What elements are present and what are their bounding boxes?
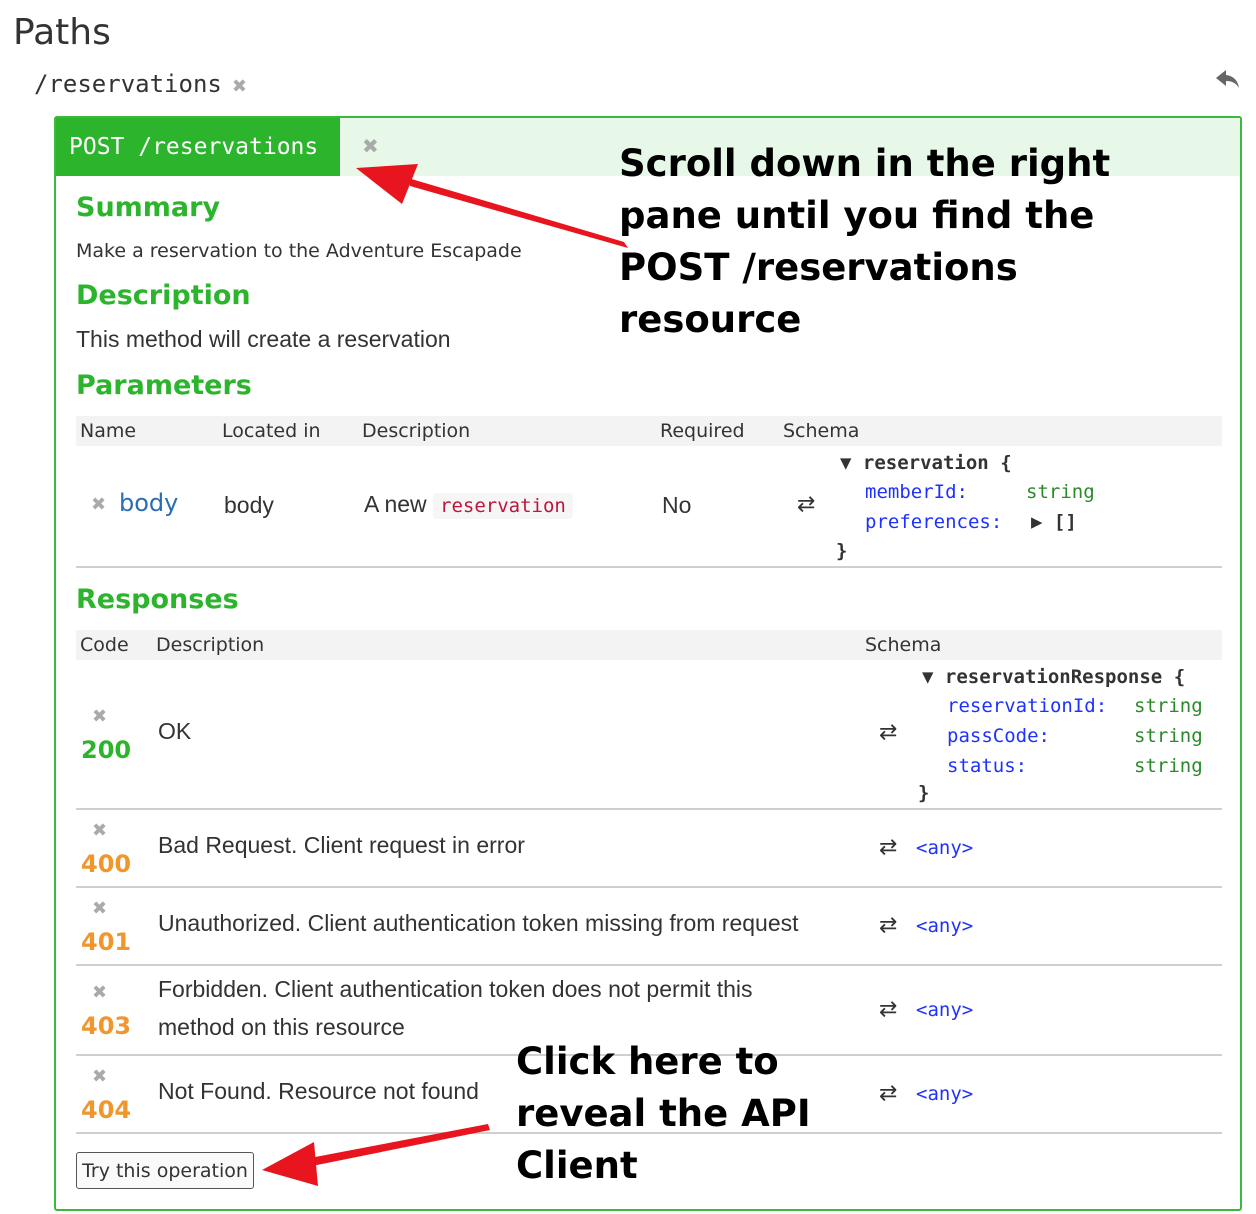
summary-text[interactable]: Make a reservation to the Adventure Esca… (76, 240, 522, 262)
param-prop-name: memberId: (865, 481, 968, 503)
response-prop-name: status: (947, 755, 1028, 777)
callout-line: resource (619, 298, 802, 341)
response-code[interactable]: 403 (81, 1012, 131, 1040)
delete-response-icon[interactable]: ✖ (92, 706, 107, 727)
param-col-schema: Schema (783, 420, 860, 442)
param-name-link[interactable]: body (119, 489, 178, 517)
param-required: No (662, 492, 692, 518)
resp-col-description: Description (156, 634, 265, 656)
response-description: method on this resource (158, 1014, 405, 1040)
delete-response-icon[interactable]: ✖ (92, 820, 107, 841)
param-prop-type: [] (1053, 511, 1077, 533)
callout-scroll-instruction: Scroll down in the right pane until you … (619, 138, 1110, 346)
param-col-required: Required (660, 420, 745, 442)
response-description: Not Found. Resource not found (158, 1078, 479, 1104)
param-prop-type-row[interactable]: ▶ [] (1031, 511, 1077, 533)
response-schema-title: reservationResponse (944, 666, 1163, 688)
delete-response-icon[interactable]: ✖ (92, 982, 107, 1003)
param-col-name: Name (80, 420, 137, 442)
param-schema-title: reservation (862, 452, 989, 474)
callout-line: pane until you find the (619, 194, 1095, 237)
response-prop-type: string (1134, 755, 1203, 777)
response-schema-open-brace: { (1173, 666, 1186, 688)
divider (76, 566, 1222, 568)
response-schema-any-link[interactable]: <any> (916, 915, 973, 937)
param-prop-type: string (1026, 481, 1095, 503)
path-row[interactable]: /reservations ✖ (34, 70, 247, 98)
response-prop-name: passCode: (947, 725, 1050, 747)
delete-path-icon[interactable]: ✖ (232, 76, 247, 97)
param-schema-open-brace: { (1000, 452, 1012, 474)
response-schema-toggle-icon[interactable]: ⇄ (879, 720, 897, 745)
summary-heading: Summary (76, 192, 221, 223)
response-prop-type: string (1134, 695, 1203, 717)
param-description-prefix: A new (364, 491, 427, 517)
callout-line: Click here to (516, 1040, 779, 1083)
response-description: Forbidden. Client authentication token d… (158, 976, 753, 1002)
response-code[interactable]: 200 (81, 736, 131, 764)
param-col-description: Description (362, 420, 471, 442)
response-schema-toggle-icon[interactable]: ⇄ (879, 997, 897, 1022)
param-prop-name: preferences: (865, 511, 1003, 533)
response-code[interactable]: 404 (81, 1096, 131, 1124)
param-located-in: body (224, 492, 274, 518)
delete-param-icon[interactable]: ✖ (91, 494, 106, 515)
param-schema-close-brace: } (836, 540, 848, 562)
path-label: /reservations (34, 70, 222, 98)
callout-line: reveal the API (516, 1092, 811, 1135)
response-prop-type: string (1134, 725, 1203, 747)
response-schema-any-link[interactable]: <any> (916, 999, 973, 1021)
param-col-located: Located in (222, 420, 321, 442)
parameters-heading: Parameters (76, 370, 252, 401)
delete-response-icon[interactable]: ✖ (92, 898, 107, 919)
expand-closed-icon[interactable]: ▶ (1031, 511, 1042, 533)
callout-line: POST /reservations (619, 246, 1018, 289)
back-arrow-icon[interactable] (1214, 66, 1242, 94)
response-schema-title-row[interactable]: ▼ reservationResponse { (922, 666, 1185, 688)
description-text[interactable]: This method will create a reservation (76, 326, 451, 353)
param-description-tag: reservation (433, 493, 573, 519)
page-title: Paths (13, 12, 111, 53)
response-code[interactable]: 401 (81, 928, 131, 956)
response-schema-toggle-icon[interactable]: ⇄ (879, 913, 897, 938)
expand-open-icon[interactable]: ▼ (922, 666, 933, 688)
response-description: Unauthorized. Client authentication toke… (158, 910, 799, 936)
operation-badge[interactable]: POST /reservations (56, 118, 340, 176)
delete-operation-icon[interactable]: ✖ (362, 134, 379, 158)
response-schema-toggle-icon[interactable]: ⇄ (879, 1081, 897, 1106)
expand-open-icon[interactable]: ▼ (840, 452, 851, 474)
try-operation-button[interactable]: Try this operation (76, 1152, 254, 1189)
delete-response-icon[interactable]: ✖ (92, 1066, 107, 1087)
resp-col-schema: Schema (865, 634, 942, 656)
responses-heading: Responses (76, 584, 239, 615)
param-schema-title-row[interactable]: ▼ reservation { (840, 452, 1012, 474)
response-schema-any-link[interactable]: <any> (916, 1083, 973, 1105)
divider (76, 808, 1222, 810)
resp-col-code: Code (80, 634, 129, 656)
response-description: Bad Request. Client request in error (158, 832, 525, 858)
divider (76, 964, 1222, 966)
response-code[interactable]: 400 (81, 850, 131, 878)
description-heading: Description (76, 280, 251, 311)
callout-click-instruction: Click here to reveal the API Client (516, 1036, 811, 1192)
response-schema-toggle-icon[interactable]: ⇄ (879, 835, 897, 860)
response-schema-any-link[interactable]: <any> (916, 837, 973, 859)
response-schema-close-brace: } (918, 782, 930, 804)
divider (76, 886, 1222, 888)
callout-line: Client (516, 1144, 638, 1187)
response-prop-name: reservationId: (947, 695, 1108, 717)
response-description: OK (158, 718, 192, 744)
callout-line: Scroll down in the right (619, 142, 1111, 185)
param-description: A new reservation (364, 491, 573, 519)
param-schema-toggle-icon[interactable]: ⇄ (797, 492, 815, 517)
